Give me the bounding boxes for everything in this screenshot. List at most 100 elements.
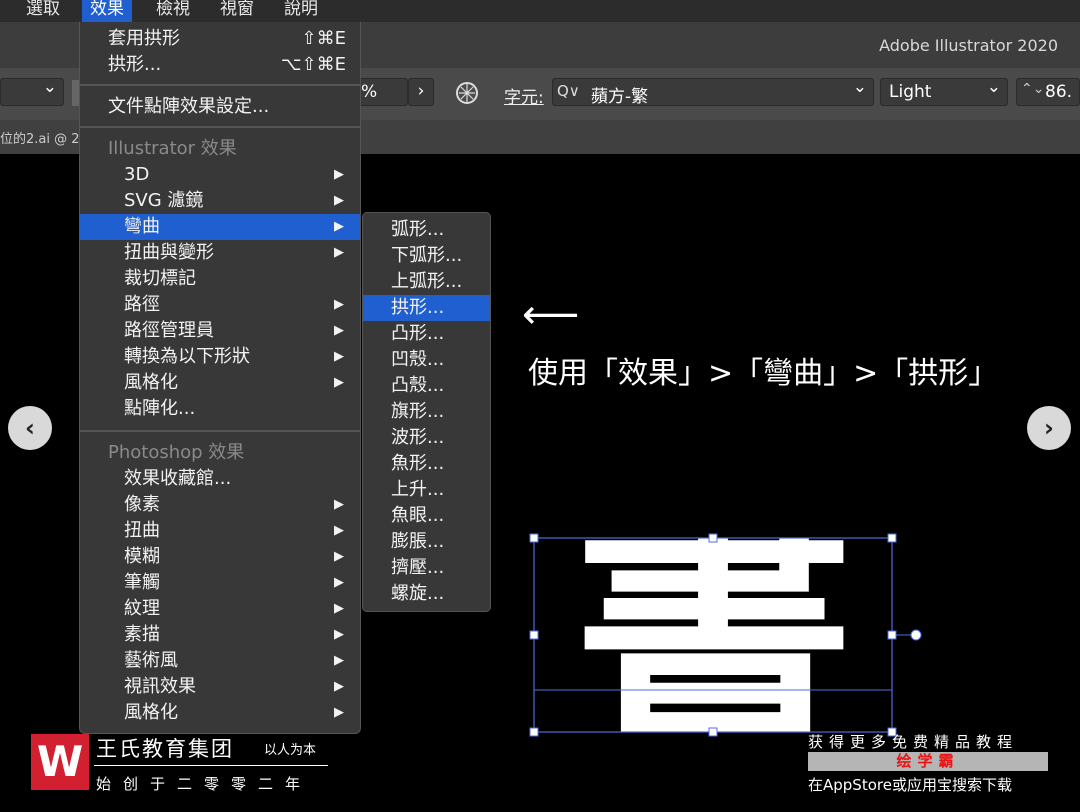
brand-logo: W xyxy=(31,734,89,790)
menu-item-illustrator-effect[interactable]: 風格化 ▶ xyxy=(80,370,360,396)
menu-item-label: 風格化 xyxy=(124,372,178,393)
menu-item-illustrator-effect[interactable]: 扭曲與變形 ▶ xyxy=(80,240,360,266)
menu-effect[interactable]: 效果 xyxy=(82,0,132,22)
menu-item-label: 筆觸 xyxy=(124,572,160,593)
menu-item-photoshop-effect[interactable]: 風格化 ▶ xyxy=(80,700,360,726)
menu-help[interactable]: 說明 xyxy=(284,0,318,22)
selection-bounding-box[interactable] xyxy=(526,530,926,740)
menu-item-label: 藝術風 xyxy=(124,650,178,671)
menu-item-apply-last-effect[interactable]: 套用拱形 ⇧⌘E xyxy=(80,26,360,52)
brand-since: 始创于二零零二年 xyxy=(96,775,313,793)
font-style-field[interactable]: Light ⌄ xyxy=(880,77,1008,106)
font-family-field[interactable]: Q∨ 蘋方-繁 ⌄ xyxy=(552,77,874,107)
chevron-down-icon: ⌄ xyxy=(42,77,57,97)
menu-item-label: 效果收藏館... xyxy=(124,468,232,489)
menu-item-label: 風格化 xyxy=(124,702,178,723)
left-dropdown[interactable]: ⌄ xyxy=(0,77,64,106)
chevron-left-icon: ‹ xyxy=(25,414,35,442)
menu-item-label: 轉換為以下形狀 xyxy=(124,346,250,367)
globe-icon[interactable] xyxy=(455,81,479,105)
warp-submenu-item[interactable]: 下弧形... xyxy=(363,243,490,269)
menu-item-label: 套用拱形 xyxy=(108,28,180,49)
photoshop-effects-header: Photoshop 效果 xyxy=(108,442,245,463)
warp-submenu-item[interactable]: 凸形... xyxy=(363,321,490,347)
instruction-text: 使用「效果」>「彎曲」>「拱形」 xyxy=(528,356,999,391)
effect-menu: 套用拱形 ⇧⌘E 拱形... ⌥⇧⌘E 文件點陣效果設定... Illustra… xyxy=(79,22,361,734)
menu-item-raster-settings[interactable]: 文件點陣效果設定... xyxy=(80,94,360,120)
warp-submenu-item[interactable]: 擠壓... xyxy=(363,555,490,581)
search-icon: Q∨ xyxy=(557,82,580,100)
submenu-arrow-icon: ▶ xyxy=(334,193,344,208)
menu-item-label: 路徑管理員 xyxy=(124,320,214,341)
submenu-arrow-icon: ▶ xyxy=(334,627,344,642)
chevron-down-icon[interactable]: ⌄ xyxy=(853,77,867,97)
warp-submenu-item[interactable]: 旗形... xyxy=(363,399,490,425)
warp-submenu-item[interactable]: 波形... xyxy=(363,425,490,451)
app-title: Adobe Illustrator 2020 xyxy=(879,36,1058,55)
menu-item-illustrator-effect[interactable]: 3D ▶ xyxy=(80,162,360,188)
submenu-arrow-icon: ▶ xyxy=(334,601,344,616)
menu-item-label: 裁切標記 xyxy=(124,268,196,289)
submenu-arrow-icon: ▶ xyxy=(334,297,344,312)
menu-item-label: 扭曲 xyxy=(124,520,160,541)
menu-item-illustrator-effect[interactable]: 路徑管理員 ▶ xyxy=(80,318,360,344)
chevron-right-icon: › xyxy=(417,81,425,101)
warp-submenu-item[interactable]: 凹殼... xyxy=(363,347,490,373)
menu-item-illustrator-effect[interactable]: 彎曲 ▶ xyxy=(80,214,360,240)
document-tab[interactable]: 位的2.ai @ 2 xyxy=(0,128,80,147)
character-label: 字元: xyxy=(504,88,544,108)
menu-item-label: 模糊 xyxy=(124,546,160,567)
submenu-arrow-icon: ▶ xyxy=(334,167,344,182)
next-slide-button[interactable]: › xyxy=(1027,406,1071,450)
submenu-arrow-icon: ▶ xyxy=(334,497,344,512)
submenu-arrow-icon: ▶ xyxy=(334,679,344,694)
menu-item-label: SVG 濾鏡 xyxy=(124,190,204,211)
menu-item-illustrator-effect[interactable]: SVG 濾鏡 ▶ xyxy=(80,188,360,214)
percent-next-button[interactable]: › xyxy=(408,78,434,106)
menu-item-label: 路徑 xyxy=(124,294,160,315)
menu-window[interactable]: 視窗 xyxy=(220,0,254,22)
chevron-down-icon[interactable]: ⌄ xyxy=(987,77,1001,97)
menu-item-photoshop-effect[interactable]: 藝術風 ▶ xyxy=(80,648,360,674)
menu-divider xyxy=(80,430,360,432)
menu-item-label: 像素 xyxy=(124,494,160,515)
previous-slide-button[interactable]: ‹ xyxy=(8,406,52,450)
warp-submenu-item[interactable]: 上弧形... xyxy=(363,269,490,295)
font-size-field[interactable]: ⌃⌄ 86. xyxy=(1016,78,1080,106)
warp-submenu-item[interactable]: 魚形... xyxy=(363,451,490,477)
menu-item-label: 紋理 xyxy=(124,598,160,619)
menu-item-label: 視訊效果 xyxy=(124,676,196,697)
menu-item-photoshop-effect[interactable]: 扭曲 ▶ xyxy=(80,518,360,544)
menu-item-illustrator-effect[interactable]: 點陣化... xyxy=(80,396,360,422)
warp-submenu-item[interactable]: 拱形... xyxy=(363,295,490,321)
menu-item-photoshop-effect[interactable]: 模糊 ▶ xyxy=(80,544,360,570)
menu-item-last-effect[interactable]: 拱形... ⌥⇧⌘E xyxy=(80,52,360,78)
submenu-arrow-icon: ▶ xyxy=(334,349,344,364)
percent-symbol: % xyxy=(361,82,378,102)
menu-item-illustrator-effect[interactable]: 路徑 ▶ xyxy=(80,292,360,318)
submenu-arrow-icon: ▶ xyxy=(334,375,344,390)
chevron-right-icon: › xyxy=(1044,414,1054,442)
warp-submenu-item[interactable]: 上升... xyxy=(363,477,490,503)
menu-item-photoshop-effect[interactable]: 紋理 ▶ xyxy=(80,596,360,622)
stepper-icon[interactable]: ⌃⌄ xyxy=(1021,81,1044,97)
menu-item-photoshop-effect[interactable]: 像素 ▶ xyxy=(80,492,360,518)
brand-divider xyxy=(94,765,328,766)
font-size-value: 86. xyxy=(1045,82,1073,102)
warp-submenu-item[interactable]: 膨脹... xyxy=(363,529,490,555)
menu-select[interactable]: 選取 xyxy=(26,0,60,22)
warp-submenu-item[interactable]: 魚眼... xyxy=(363,503,490,529)
warp-submenu-item[interactable]: 螺旋... xyxy=(363,581,490,607)
warp-submenu-item[interactable]: 弧形... xyxy=(363,217,490,243)
menu-item-photoshop-effect[interactable]: 視訊效果 ▶ xyxy=(80,674,360,700)
submenu-arrow-icon: ▶ xyxy=(334,523,344,538)
menu-item-photoshop-effect[interactable]: 效果收藏館... xyxy=(80,466,360,492)
menu-item-photoshop-effect[interactable]: 筆觸 ▶ xyxy=(80,570,360,596)
warp-submenu-item[interactable]: 凸殼... xyxy=(363,373,490,399)
menu-view[interactable]: 檢視 xyxy=(156,0,190,22)
menu-item-photoshop-effect[interactable]: 素描 ▶ xyxy=(80,622,360,648)
menu-item-illustrator-effect[interactable]: 轉換為以下形狀 ▶ xyxy=(80,344,360,370)
menu-item-illustrator-effect[interactable]: 裁切標記 xyxy=(80,266,360,292)
menu-divider xyxy=(80,126,360,128)
brand-motto: 以人为本 xyxy=(264,743,317,758)
